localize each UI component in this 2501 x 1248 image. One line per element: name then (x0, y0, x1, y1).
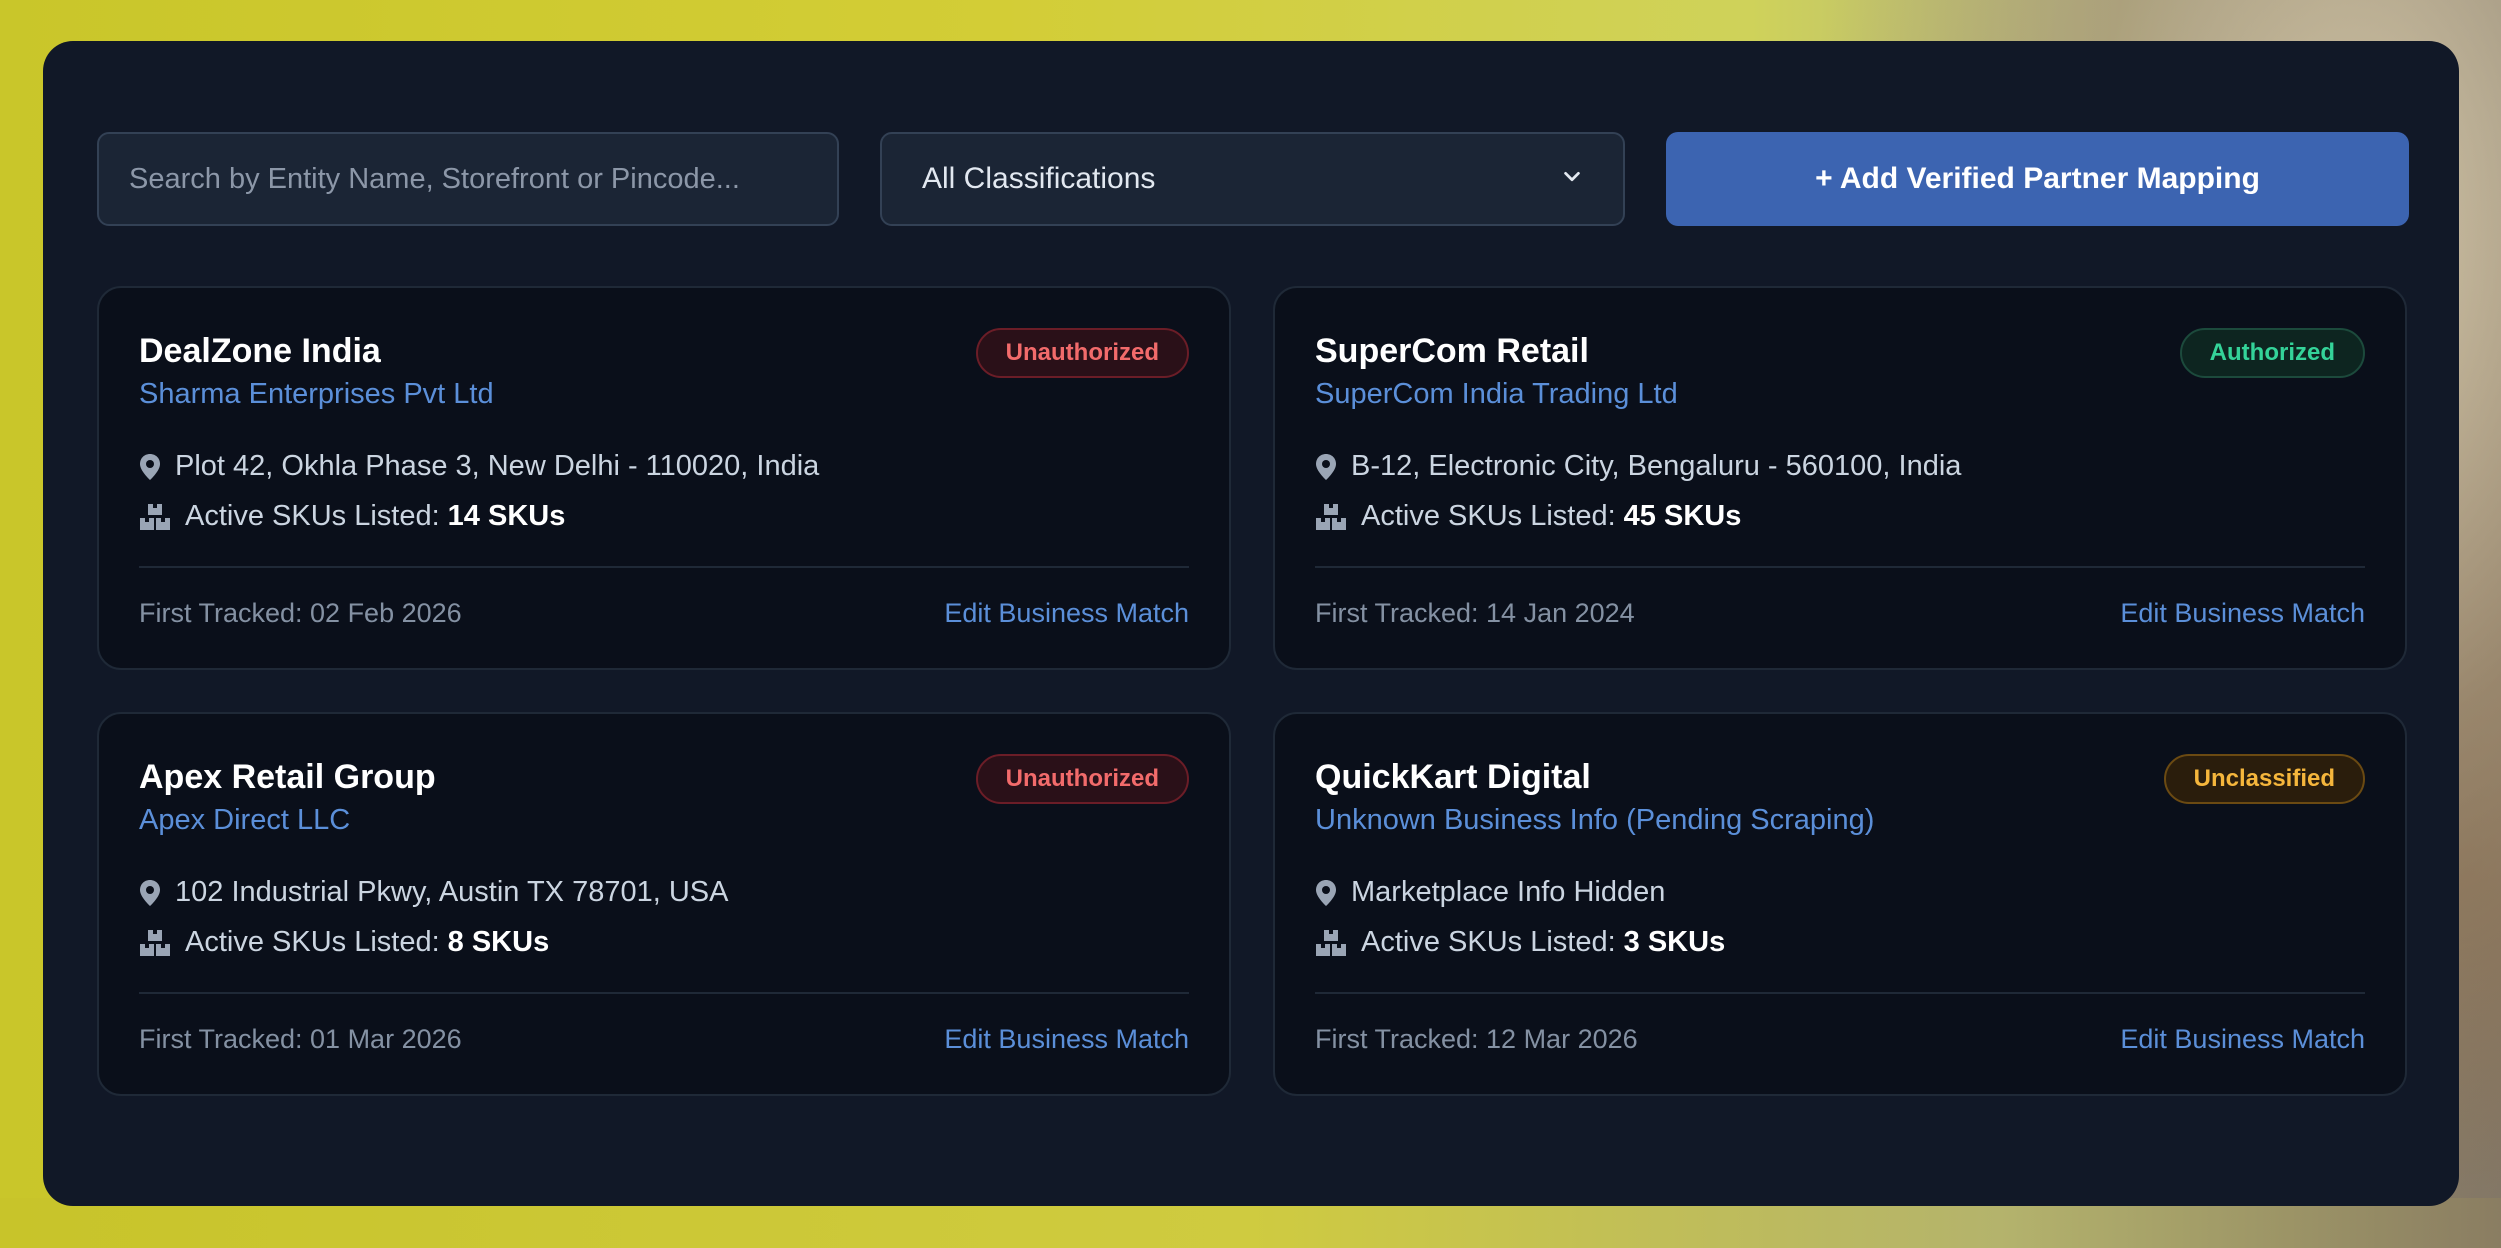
skus-value: 8 SKUs (447, 926, 550, 958)
skus-label: Active SKUs Listed: (1361, 926, 1616, 958)
add-partner-mapping-button[interactable]: + Add Verified Partner Mapping (1666, 132, 2409, 226)
skus-value: 3 SKUs (1623, 926, 1726, 958)
status-badge: Unauthorized (975, 754, 1189, 804)
seller-card: SuperCom Retail SuperCom India Trading L… (1273, 286, 2407, 670)
skus-row: Active SKUs Listed: 8 SKUs (139, 926, 549, 959)
address-row: Plot 42, Okhla Phase 3, New Delhi - 1100… (139, 450, 819, 483)
boxes-icon (139, 503, 171, 531)
edit-business-match-link[interactable]: Edit Business Match (2120, 598, 2365, 629)
status-badge: Authorized (2179, 328, 2365, 378)
first-tracked-date: First Tracked: 12 Mar 2026 (1315, 1024, 1638, 1054)
skus-value: 45 SKUs (1623, 500, 1742, 532)
toolbar: All Classifications + Add Verified Partn… (97, 132, 2409, 226)
status-badge: Unauthorized (975, 328, 1189, 378)
boxes-icon (139, 929, 171, 957)
business-entity-link[interactable]: SuperCom India Trading Ltd (1315, 378, 1678, 411)
classification-select[interactable]: All Classifications (880, 132, 1625, 226)
map-pin-icon (139, 879, 161, 907)
boxes-icon (1315, 929, 1347, 957)
address-row: B-12, Electronic City, Bengaluru - 56010… (1315, 450, 1961, 483)
skus-row: Active SKUs Listed: 14 SKUs (139, 500, 565, 533)
card-divider (139, 992, 1189, 994)
first-tracked-date: First Tracked: 14 Jan 2024 (1315, 598, 1635, 628)
edit-business-match-link[interactable]: Edit Business Match (2120, 1024, 2365, 1055)
card-divider (1315, 566, 2365, 568)
seller-card: DealZone India Sharma Enterprises Pvt Lt… (97, 286, 1231, 670)
dashboard-panel: All Classifications + Add Verified Partn… (43, 41, 2459, 1206)
card-title: QuickKart Digital (1315, 758, 1591, 796)
map-pin-icon (139, 453, 161, 481)
card-divider (139, 566, 1189, 568)
card-title: DealZone India (139, 332, 381, 370)
skus-row: Active SKUs Listed: 3 SKUs (1315, 926, 1725, 959)
boxes-icon (1315, 503, 1347, 531)
business-entity-link[interactable]: Sharma Enterprises Pvt Ltd (139, 378, 494, 411)
skus-row: Active SKUs Listed: 45 SKUs (1315, 500, 1741, 533)
chevron-down-icon (1561, 162, 1583, 196)
skus-value: 14 SKUs (447, 500, 566, 532)
address-row: Marketplace Info Hidden (1315, 876, 1665, 909)
search-input[interactable] (97, 132, 839, 226)
edit-business-match-link[interactable]: Edit Business Match (944, 1024, 1189, 1055)
map-pin-icon (1315, 453, 1337, 481)
map-pin-icon (1315, 879, 1337, 907)
card-title: Apex Retail Group (139, 758, 436, 796)
address-text: Marketplace Info Hidden (1351, 876, 1666, 908)
seller-card: Apex Retail Group Apex Direct LLC Unauth… (97, 712, 1231, 1096)
edit-business-match-link[interactable]: Edit Business Match (944, 598, 1189, 629)
seller-card: QuickKart Digital Unknown Business Info … (1273, 712, 2407, 1096)
card-divider (1315, 992, 2365, 994)
first-tracked-date: First Tracked: 01 Mar 2026 (139, 1024, 462, 1054)
business-entity-link[interactable]: Apex Direct LLC (139, 804, 350, 837)
address-text: 102 Industrial Pkwy, Austin TX 78701, US… (175, 876, 729, 908)
skus-label: Active SKUs Listed: (185, 500, 440, 532)
address-row: 102 Industrial Pkwy, Austin TX 78701, US… (139, 876, 728, 909)
address-text: B-12, Electronic City, Bengaluru - 56010… (1351, 450, 1962, 482)
first-tracked-date: First Tracked: 02 Feb 2026 (139, 598, 462, 628)
address-text: Plot 42, Okhla Phase 3, New Delhi - 1100… (175, 450, 820, 482)
status-badge: Unclassified (2163, 754, 2365, 804)
business-entity-link[interactable]: Unknown Business Info (Pending Scraping) (1315, 804, 1874, 837)
classification-select-value: All Classifications (922, 162, 1156, 195)
skus-label: Active SKUs Listed: (1361, 500, 1616, 532)
skus-label: Active SKUs Listed: (185, 926, 440, 958)
card-title: SuperCom Retail (1315, 332, 1589, 370)
